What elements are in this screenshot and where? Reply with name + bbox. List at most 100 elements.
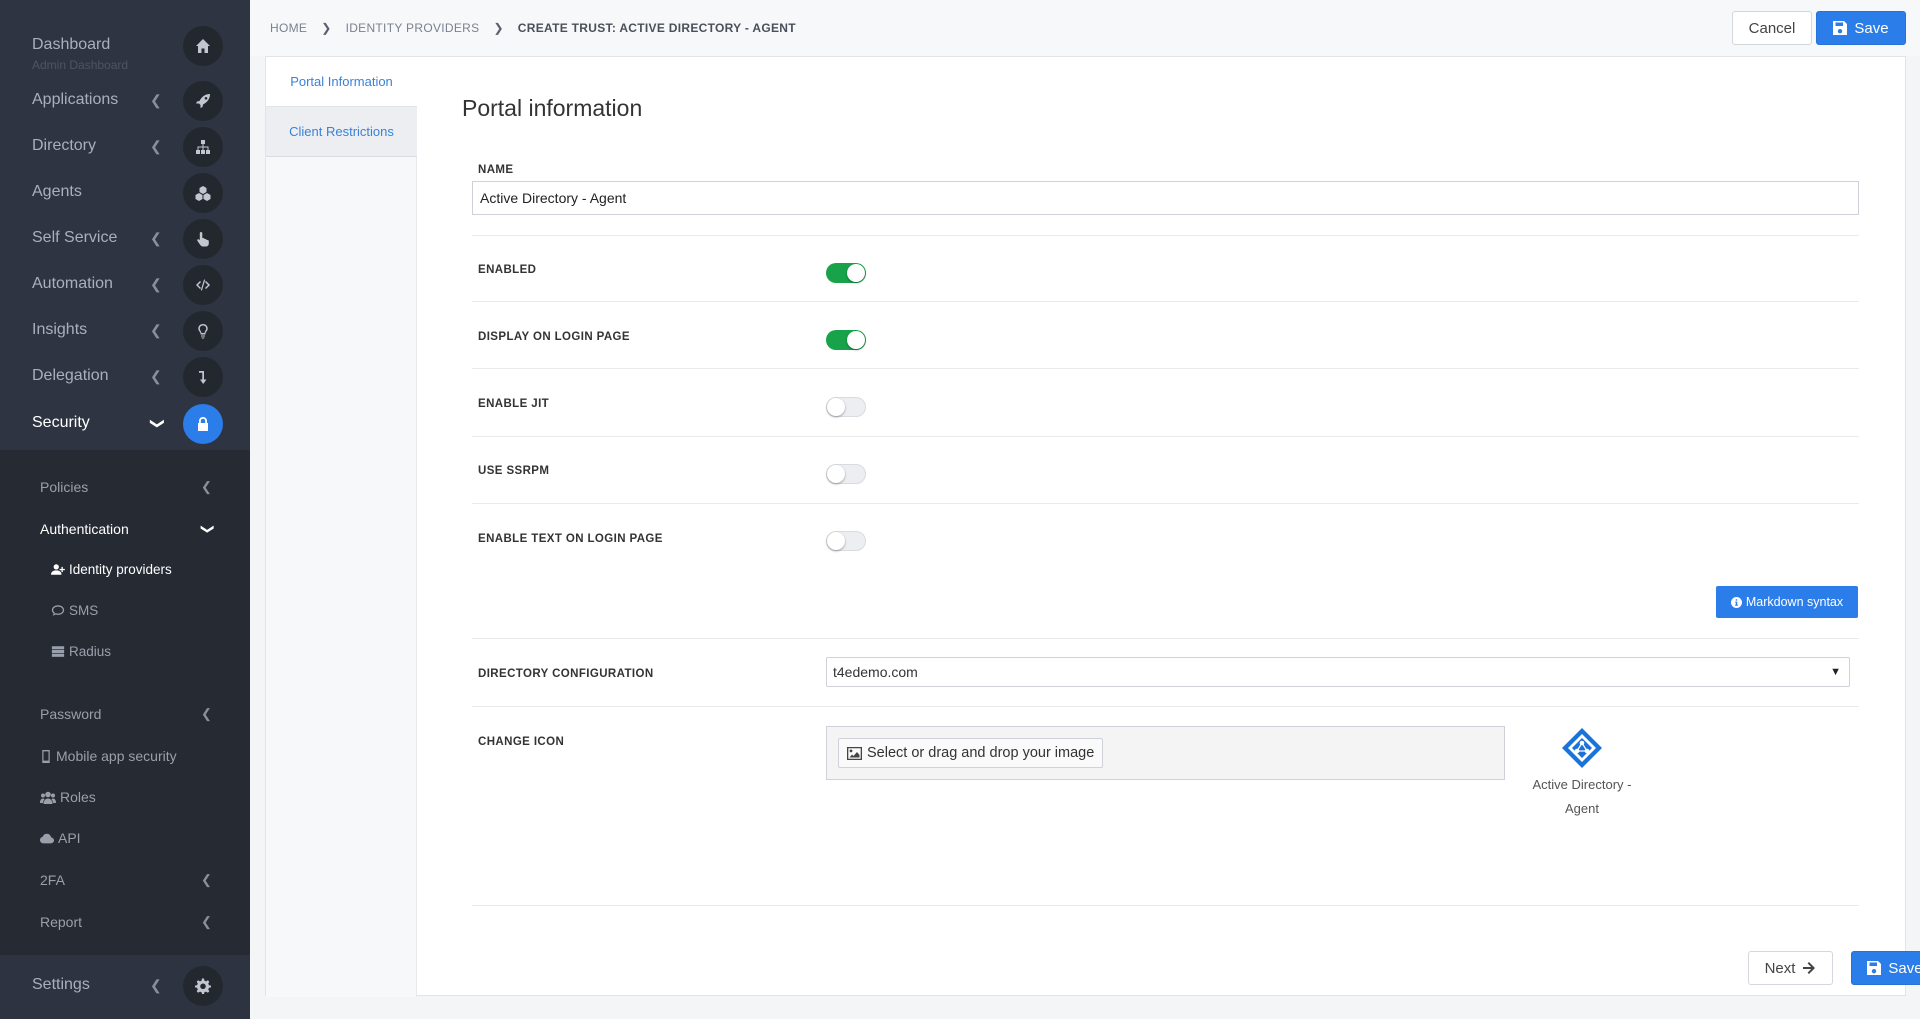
sidebar-item-label: API (40, 830, 81, 846)
code-icon (183, 265, 223, 305)
save-button[interactable]: Save (1816, 11, 1906, 45)
server-icon (51, 646, 65, 657)
use-ssrpm-toggle[interactable] (826, 464, 866, 484)
chevron-left-icon: ❮ (150, 276, 162, 292)
sidebar-item-sublabel: Admin Dashboard (32, 58, 129, 72)
change-icon-label: CHANGE ICON (478, 736, 565, 748)
sidebar-item-label: Delegation (32, 367, 109, 384)
next-button-label: Next (1764, 959, 1796, 977)
portal-information-form: Portal information NAME Active Directory… (417, 57, 1920, 997)
sidebar-item-label: Dashboard (32, 36, 111, 53)
sidebar: Dashboard Admin Dashboard Applications ❮… (0, 0, 250, 1019)
divider (472, 706, 1859, 707)
chevron-left-icon: ❮ (150, 322, 162, 338)
enable-jit-label: ENABLE JIT (478, 398, 550, 410)
divider (472, 301, 1859, 302)
toggle-knob (827, 532, 845, 550)
radius-text: Radius (69, 644, 112, 659)
sidebar-item-security[interactable]: Security ❮ (0, 401, 250, 447)
cancel-button[interactable]: Cancel (1732, 11, 1812, 45)
sidebar-item-roles[interactable]: Roles (0, 777, 250, 817)
display-on-login-toggle[interactable] (826, 330, 866, 350)
divider (472, 368, 1859, 369)
directory-config-select[interactable]: t4edemo.com ▼ (826, 657, 1850, 687)
lightbulb-icon (183, 311, 223, 351)
sidebar-item-label: Settings (32, 976, 90, 993)
icon-preview-label: Active Directory - Agent (1517, 773, 1647, 821)
enable-text-label: ENABLE TEXT ON LOGIN PAGE (478, 533, 663, 545)
sidebar-item-delegation[interactable]: Delegation ❮ (0, 354, 250, 400)
sidebar-item-label: Authentication (40, 521, 129, 537)
sidebar-item-label: Roles (40, 789, 96, 805)
sidebar-item-mobile-app-security[interactable]: Mobile app security (0, 736, 250, 776)
chevron-left-icon: ❮ (150, 138, 162, 154)
sidebar-item-directory[interactable]: Directory ❮ (0, 124, 250, 170)
divider (472, 905, 1859, 906)
sidebar-item-label: Identity providers (51, 562, 172, 577)
users-icon (40, 791, 56, 804)
sidebar-item-label: Agents (32, 183, 82, 200)
sidebar-item-sms[interactable]: SMS (0, 591, 250, 631)
sidebar-item-label: Mobile app security (40, 748, 177, 764)
chevron-left-icon: ❮ (201, 914, 212, 929)
name-input[interactable]: Active Directory - Agent (472, 181, 1859, 215)
sidebar-item-authentication[interactable]: Authentication ❮ (0, 509, 250, 549)
sidebar-item-self-service[interactable]: Self Service ❮ (0, 216, 250, 262)
enable-jit-toggle[interactable] (826, 397, 866, 417)
arrow-right-icon (1803, 962, 1816, 974)
gear-icon (183, 966, 223, 1006)
chevron-left-icon: ❮ (150, 230, 162, 246)
image-dropzone[interactable]: Select or drag and drop your image (826, 726, 1505, 780)
cancel-button-label: Cancel (1748, 19, 1796, 37)
sidebar-item-identity-providers[interactable]: Identity providers (0, 550, 250, 590)
save-button-label: Save (1854, 19, 1889, 37)
enabled-label: ENABLED (478, 264, 537, 276)
chevron-left-icon: ❮ (201, 479, 212, 494)
sidebar-item-applications[interactable]: Applications ❮ (0, 78, 250, 124)
tab-portal-information[interactable]: Portal Information (266, 57, 430, 107)
sidebar-item-label: Applications (32, 91, 119, 108)
sidebar-item-api[interactable]: API (0, 818, 250, 858)
use-ssrpm-label: USE SSRPM (478, 465, 550, 477)
chevron-down-icon: ❮ (147, 417, 164, 430)
breadcrumb-home[interactable]: HOME (270, 21, 307, 35)
sidebar-item-label: Self Service (32, 229, 118, 246)
sidebar-main-nav: Dashboard Admin Dashboard Applications ❮… (0, 0, 250, 450)
sitemap-icon (183, 127, 223, 167)
display-login-label: DISPLAY ON LOGIN PAGE (478, 331, 630, 343)
next-button[interactable]: Next (1748, 951, 1833, 985)
mobile-app-security-text: Mobile app security (56, 748, 177, 764)
select-image-button[interactable]: Select or drag and drop your image (838, 738, 1104, 768)
sidebar-item-2fa[interactable]: 2FA ❮ (0, 860, 250, 900)
identity-providers-text: Identity providers (69, 562, 172, 577)
save-button-bottom[interactable]: Save (1851, 951, 1920, 985)
api-text: API (58, 830, 81, 846)
sidebar-item-automation[interactable]: Automation ❮ (0, 262, 250, 308)
sidebar-item-agents[interactable]: Agents (0, 170, 250, 216)
toggle-knob (847, 264, 865, 282)
sidebar-item-radius[interactable]: Radius (0, 632, 250, 672)
active-directory-icon (1562, 728, 1602, 768)
sidebar-item-label: Directory (32, 137, 97, 154)
breadcrumb-identity-providers[interactable]: IDENTITY PROVIDERS (346, 21, 480, 35)
toggle-knob (847, 331, 865, 349)
lock-icon (183, 404, 223, 444)
sidebar-item-label: Radius (51, 644, 111, 659)
sidebar-item-insights[interactable]: Insights ❮ (0, 308, 250, 354)
sidebar-item-dashboard[interactable]: Dashboard Admin Dashboard (0, 23, 250, 72)
enabled-toggle[interactable] (826, 263, 866, 283)
sidebar-item-settings[interactable]: Settings ❮ (0, 963, 250, 1009)
sidebar-item-report[interactable]: Report ❮ (0, 902, 250, 942)
sidebar-item-label: Password (40, 706, 102, 722)
toggle-knob (827, 398, 845, 416)
preview-line-2: Agent (1565, 801, 1599, 816)
sidebar-item-password[interactable]: Password ❮ (0, 694, 250, 734)
sidebar-item-label: SMS (51, 603, 98, 618)
sidebar-item-policies[interactable]: Policies ❮ (0, 467, 250, 507)
enable-text-toggle[interactable] (826, 531, 866, 551)
cloud-icon (40, 833, 54, 843)
divider (472, 235, 1859, 236)
divider (472, 436, 1859, 437)
markdown-syntax-button[interactable]: Markdown syntax (1716, 586, 1858, 618)
tab-client-restrictions[interactable]: Client Restrictions (266, 107, 417, 157)
